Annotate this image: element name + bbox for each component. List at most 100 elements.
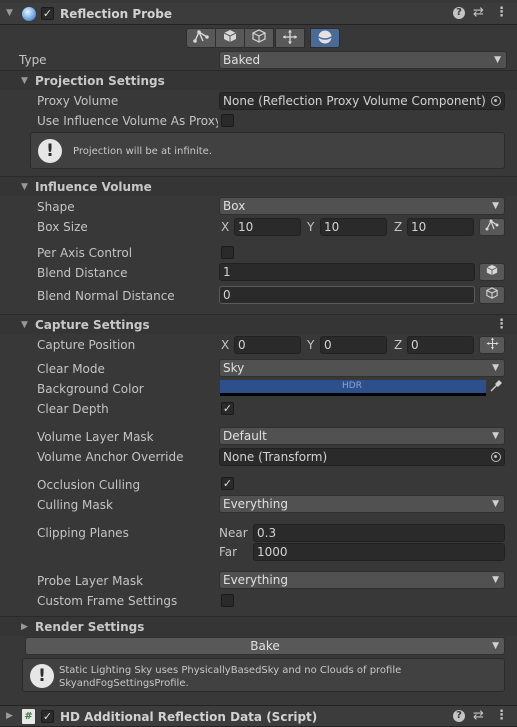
edit-blend-button[interactable] (479, 263, 505, 281)
type-dropdown-value: Baked (223, 53, 261, 67)
use-influence-checkbox[interactable] (221, 114, 234, 127)
edit-influence-shape-button[interactable] (479, 218, 505, 236)
chevron-down-icon: ▼ (492, 201, 499, 211)
component-title: Reflection Probe (60, 7, 173, 21)
shape-dropdown-value: Box (223, 199, 246, 213)
move-arrows-icon (283, 30, 297, 44)
capture-position-z-field[interactable]: 0 (407, 336, 474, 354)
far-clip-field[interactable]: 1000 (253, 543, 505, 561)
capture-settings-header[interactable]: ▼ Capture Settings ⋮ (0, 314, 517, 334)
volume-anchor-override-label: Volume Anchor Override (37, 450, 184, 464)
render-help-text-line1: Static Lighting Sky uses PhysicallyBased… (59, 665, 402, 676)
edit-box-button[interactable] (215, 28, 245, 48)
script-component-header: ▶ # ✓ HD Additional Reflection Data (Scr… (0, 705, 517, 727)
box-size-y-field[interactable]: 10 (320, 218, 387, 236)
far-clip-value: 1000 (257, 545, 288, 559)
foldout-arrow-icon: ▼ (21, 182, 28, 192)
sphere-icon (318, 30, 332, 44)
clear-depth-checkbox[interactable]: ✓ (221, 402, 234, 415)
capture-position-x-field[interactable]: 0 (234, 336, 301, 354)
projection-helpbox: ! Projection will be at infinite. (30, 132, 505, 169)
volume-layer-mask-dropdown[interactable]: Default ▼ (219, 427, 505, 445)
edit-normal-button[interactable] (244, 28, 274, 48)
chevron-down-icon: ▼ (492, 363, 499, 373)
foldout-arrow-icon: ▼ (21, 320, 28, 330)
volume-anchor-override-field[interactable]: None (Transform) (219, 448, 505, 466)
object-picker-icon[interactable] (491, 452, 501, 462)
script-enabled-checkbox[interactable]: ✓ (41, 710, 54, 723)
proxy-volume-value: None (Reflection Proxy Volume Component) (223, 94, 486, 108)
probe-layer-mask-dropdown[interactable]: Everything ▼ (219, 571, 505, 589)
influence-gizmo-icon (485, 219, 499, 231)
cube-outline-icon (252, 29, 266, 43)
foldout-arrow-icon[interactable]: ▼ (6, 8, 16, 18)
projection-settings-header[interactable]: ▼ Projection Settings (0, 70, 517, 90)
cube-solid-icon (486, 264, 498, 276)
section-title: Capture Settings (35, 318, 150, 332)
capture-position-y-field[interactable]: 0 (320, 336, 387, 354)
edit-influence-button[interactable] (186, 28, 216, 48)
foldout-arrow-icon: ▼ (21, 76, 28, 86)
per-axis-control-label: Per Axis Control (37, 246, 133, 260)
occlusion-culling-label: Occlusion Culling (37, 478, 141, 492)
chevron-down-icon: ▼ (494, 55, 501, 65)
blend-normal-distance-value: 0 (223, 288, 231, 302)
clipping-planes-label: Clipping Planes (37, 526, 129, 540)
custom-frame-settings-checkbox[interactable] (221, 594, 234, 607)
clear-mode-dropdown[interactable]: Sky ▼ (219, 359, 505, 377)
help-icon[interactable]: ? (453, 7, 465, 19)
section-title: Influence Volume (35, 180, 152, 194)
eyedropper-icon[interactable] (490, 380, 502, 395)
baked-probe-button[interactable] (310, 28, 340, 48)
section-menu-icon[interactable]: ⋮ (495, 317, 508, 332)
chevron-down-icon[interactable]: ▼ (492, 638, 499, 654)
blend-distance-field[interactable]: 1 (219, 263, 475, 281)
shape-dropdown[interactable]: Box ▼ (219, 197, 505, 215)
axis-y-label: Y (307, 338, 315, 352)
script-icon: # (22, 709, 35, 724)
capture-position-x-value: 0 (238, 338, 246, 352)
axis-x-label: X (221, 220, 230, 234)
box-size-y-value: 10 (324, 220, 340, 234)
context-menu-icon[interactable]: ⋮ (495, 5, 508, 20)
culling-mask-dropdown[interactable]: Everything ▼ (219, 495, 505, 513)
section-title: Render Settings (35, 620, 145, 634)
volume-anchor-override-value: None (Transform) (223, 450, 328, 464)
bake-button-label: Bake (250, 639, 280, 653)
type-dropdown[interactable]: Baked ▼ (219, 51, 507, 69)
object-picker-icon[interactable] (491, 96, 501, 106)
near-clip-value: 0.3 (257, 526, 277, 540)
chevron-down-icon: ▼ (492, 575, 499, 585)
help-icon[interactable]: ? (453, 710, 465, 722)
preset-icon[interactable]: ⇄ (473, 5, 484, 20)
foldout-arrow-icon[interactable]: ▶ (6, 711, 16, 721)
component-enabled-checkbox[interactable]: ✓ (41, 7, 54, 20)
bake-button[interactable]: Bake ▼ (25, 637, 505, 655)
edit-capture-position-button[interactable] (275, 28, 305, 48)
near-label: Near (219, 526, 248, 540)
edit-normal-blend-button[interactable] (479, 286, 505, 304)
preset-icon[interactable]: ⇄ (473, 708, 484, 723)
chevron-down-icon: ▼ (492, 431, 499, 441)
capture-position-label: Capture Position (37, 338, 136, 352)
blend-normal-distance-field[interactable]: 0 (219, 286, 475, 304)
hdr-badge: HDR (342, 381, 362, 391)
render-help-text-line2: SkyandFogSettingsProfile. (59, 678, 189, 689)
background-color-swatch[interactable]: HDR (220, 380, 486, 396)
edit-capture-position-button[interactable] (479, 336, 505, 354)
move-arrows-icon (486, 337, 498, 350)
culling-mask-label: Culling Mask (37, 498, 113, 512)
context-menu-icon[interactable]: ⋮ (495, 708, 508, 723)
per-axis-control-checkbox[interactable] (221, 246, 234, 259)
box-size-z-field[interactable]: 10 (407, 218, 474, 236)
box-size-z-value: 10 (411, 220, 427, 234)
occlusion-culling-checkbox[interactable]: ✓ (221, 477, 234, 490)
box-size-x-field[interactable]: 10 (234, 218, 301, 236)
capture-position-z-value: 0 (411, 338, 419, 352)
foldout-arrow-icon: ▶ (21, 622, 28, 632)
proxy-volume-field[interactable]: None (Reflection Proxy Volume Component) (219, 92, 505, 110)
near-clip-field[interactable]: 0.3 (253, 524, 505, 542)
cube-outline-icon (486, 287, 498, 299)
influence-volume-header[interactable]: ▼ Influence Volume (0, 176, 517, 196)
render-settings-header[interactable]: ▶ Render Settings (0, 616, 517, 636)
